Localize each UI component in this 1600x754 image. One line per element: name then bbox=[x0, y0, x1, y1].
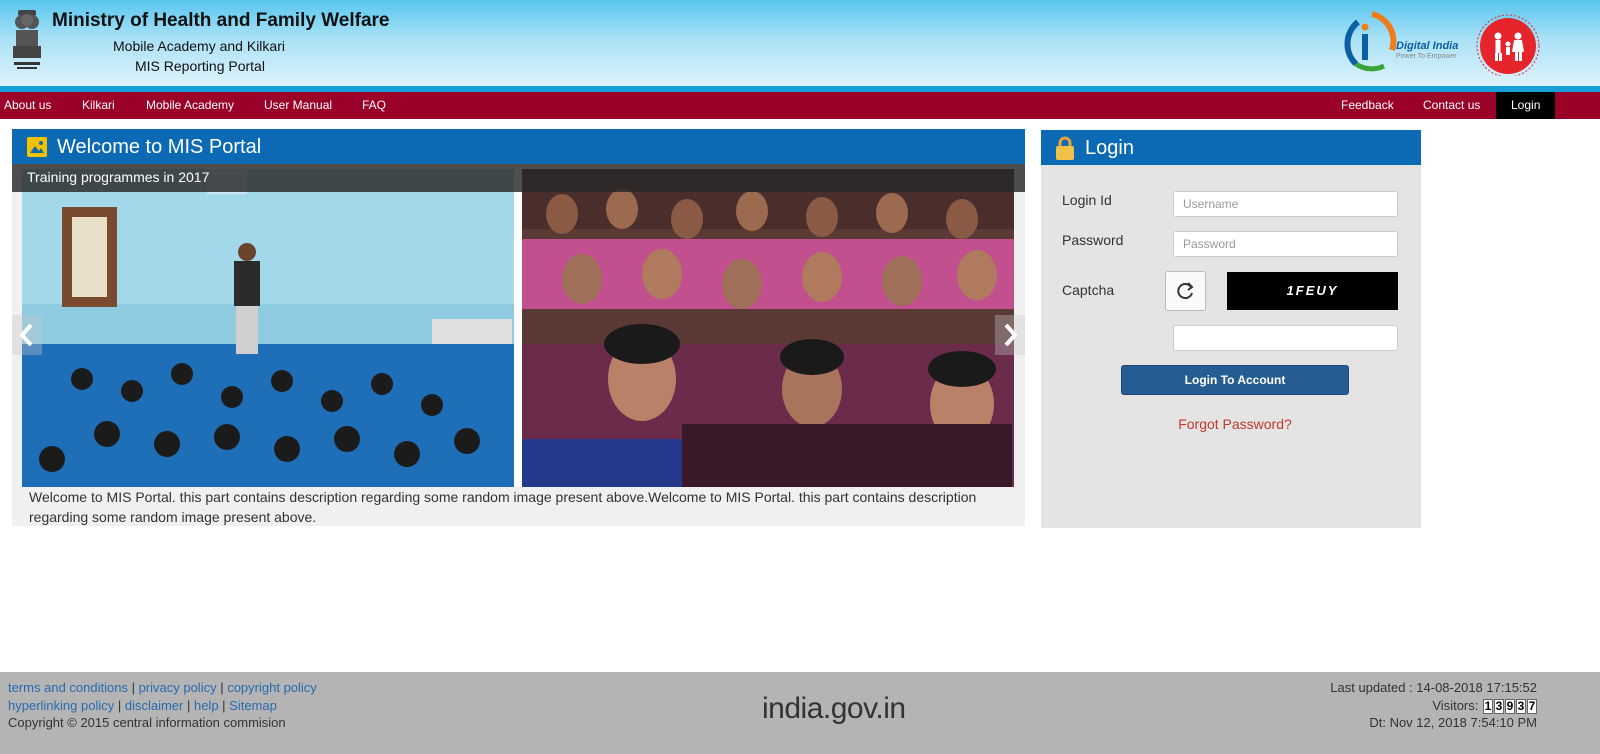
visitor-digit: 1 bbox=[1483, 698, 1493, 714]
login-id-label: Login Id bbox=[1062, 192, 1112, 208]
captcha-image: 1FEUY bbox=[1227, 272, 1398, 310]
copyright-policy-link[interactable]: copyright policy bbox=[227, 680, 317, 695]
chevron-left-icon bbox=[19, 323, 33, 347]
nav-about-us[interactable]: About us bbox=[4, 92, 51, 119]
login-panel-header: Login bbox=[1041, 130, 1421, 165]
main-nav: About us Kilkari Mobile Academy User Man… bbox=[0, 92, 1600, 119]
privacy-policy-link[interactable]: privacy policy bbox=[139, 680, 217, 695]
visitors-label: Visitors: bbox=[1432, 697, 1479, 713]
current-date: Dt: Nov 12, 2018 7:54:10 PM bbox=[1369, 715, 1537, 730]
visitor-digit: 3 bbox=[1516, 698, 1526, 714]
terms-link[interactable]: terms and conditions bbox=[8, 680, 128, 695]
hyperlinking-policy-link[interactable]: hyperlinking policy bbox=[8, 698, 114, 713]
portal-name: MIS Reporting Portal bbox=[135, 58, 265, 74]
portal-subtitle: Mobile Academy and Kilkari bbox=[113, 38, 285, 54]
lock-icon bbox=[1056, 136, 1074, 160]
carousel-next-button[interactable] bbox=[995, 315, 1025, 355]
national-emblem-icon bbox=[13, 10, 41, 69]
india-gov-logo[interactable]: india.gov.in bbox=[762, 692, 906, 726]
sitemap-link[interactable]: Sitemap bbox=[229, 698, 277, 713]
disclaimer-link[interactable]: disclaimer bbox=[125, 698, 184, 713]
digital-india-tagline: Power To Empower bbox=[1396, 53, 1457, 60]
chevron-right-icon bbox=[1004, 323, 1018, 347]
nav-user-manual[interactable]: User Manual bbox=[264, 92, 332, 119]
refresh-icon bbox=[1177, 282, 1194, 300]
footer-status: Last updated : 14-08-2018 17:15:52 Visit… bbox=[1330, 679, 1537, 732]
carousel-image bbox=[22, 169, 1014, 487]
site-footer: terms and conditions | privacy policy | … bbox=[0, 672, 1600, 754]
welcome-panel-header: Welcome to MIS Portal bbox=[12, 129, 1025, 164]
password-label: Password bbox=[1062, 232, 1124, 248]
last-updated: Last updated : 14-08-2018 17:15:52 bbox=[1330, 680, 1537, 695]
image-icon bbox=[27, 137, 47, 157]
login-title: Login bbox=[1085, 137, 1134, 159]
help-link[interactable]: help bbox=[194, 698, 219, 713]
site-header: Ministry of Health and Family Welfare Mo… bbox=[0, 0, 1600, 86]
ministry-title: Ministry of Health and Family Welfare bbox=[52, 10, 390, 31]
india-gov-text: india.gov.in bbox=[762, 692, 906, 725]
visitor-counter: Visitors: 13937 bbox=[1330, 697, 1537, 715]
nav-kilkari[interactable]: Kilkari bbox=[82, 92, 115, 119]
nav-faq[interactable]: FAQ bbox=[362, 92, 386, 119]
nav-login[interactable]: Login bbox=[1496, 92, 1556, 119]
carousel-prev-button[interactable] bbox=[12, 315, 42, 355]
username-input[interactable] bbox=[1173, 191, 1398, 217]
forgot-password-link[interactable]: Forgot Password? bbox=[1041, 416, 1429, 432]
password-input[interactable] bbox=[1173, 231, 1398, 257]
welcome-description: Welcome to MIS Portal. this part contain… bbox=[29, 489, 977, 525]
footer-links: terms and conditions | privacy policy | … bbox=[8, 680, 317, 730]
visitor-digit: 3 bbox=[1494, 698, 1504, 714]
nav-mobile-academy[interactable]: Mobile Academy bbox=[146, 92, 234, 119]
image-carousel[interactable] bbox=[22, 169, 1014, 487]
welcome-title: Welcome to MIS Portal bbox=[57, 136, 262, 158]
login-panel: Login Login Id Password Captcha 1FEUY Lo… bbox=[1041, 130, 1421, 528]
nhm-logo-icon bbox=[1476, 14, 1540, 76]
captcha-input[interactable] bbox=[1173, 325, 1398, 351]
carousel-caption: Training programmes in 2017 bbox=[27, 169, 210, 185]
visitor-digit: 9 bbox=[1505, 698, 1515, 714]
nav-feedback[interactable]: Feedback bbox=[1341, 92, 1394, 119]
visitor-digit: 7 bbox=[1527, 698, 1537, 714]
welcome-panel: Welcome to MIS Portal Training programme… bbox=[12, 129, 1025, 526]
copyright-text: Copyright © 2015 central information com… bbox=[8, 715, 286, 730]
login-button[interactable]: Login To Account bbox=[1121, 365, 1349, 395]
carousel-caption-bar: Training programmes in 2017 bbox=[12, 164, 1025, 192]
nav-contact-us[interactable]: Contact us bbox=[1423, 92, 1480, 119]
captcha-label: Captcha bbox=[1062, 282, 1115, 298]
digital-india-text: Digital India bbox=[1396, 40, 1459, 52]
refresh-captcha-button[interactable] bbox=[1165, 271, 1206, 311]
